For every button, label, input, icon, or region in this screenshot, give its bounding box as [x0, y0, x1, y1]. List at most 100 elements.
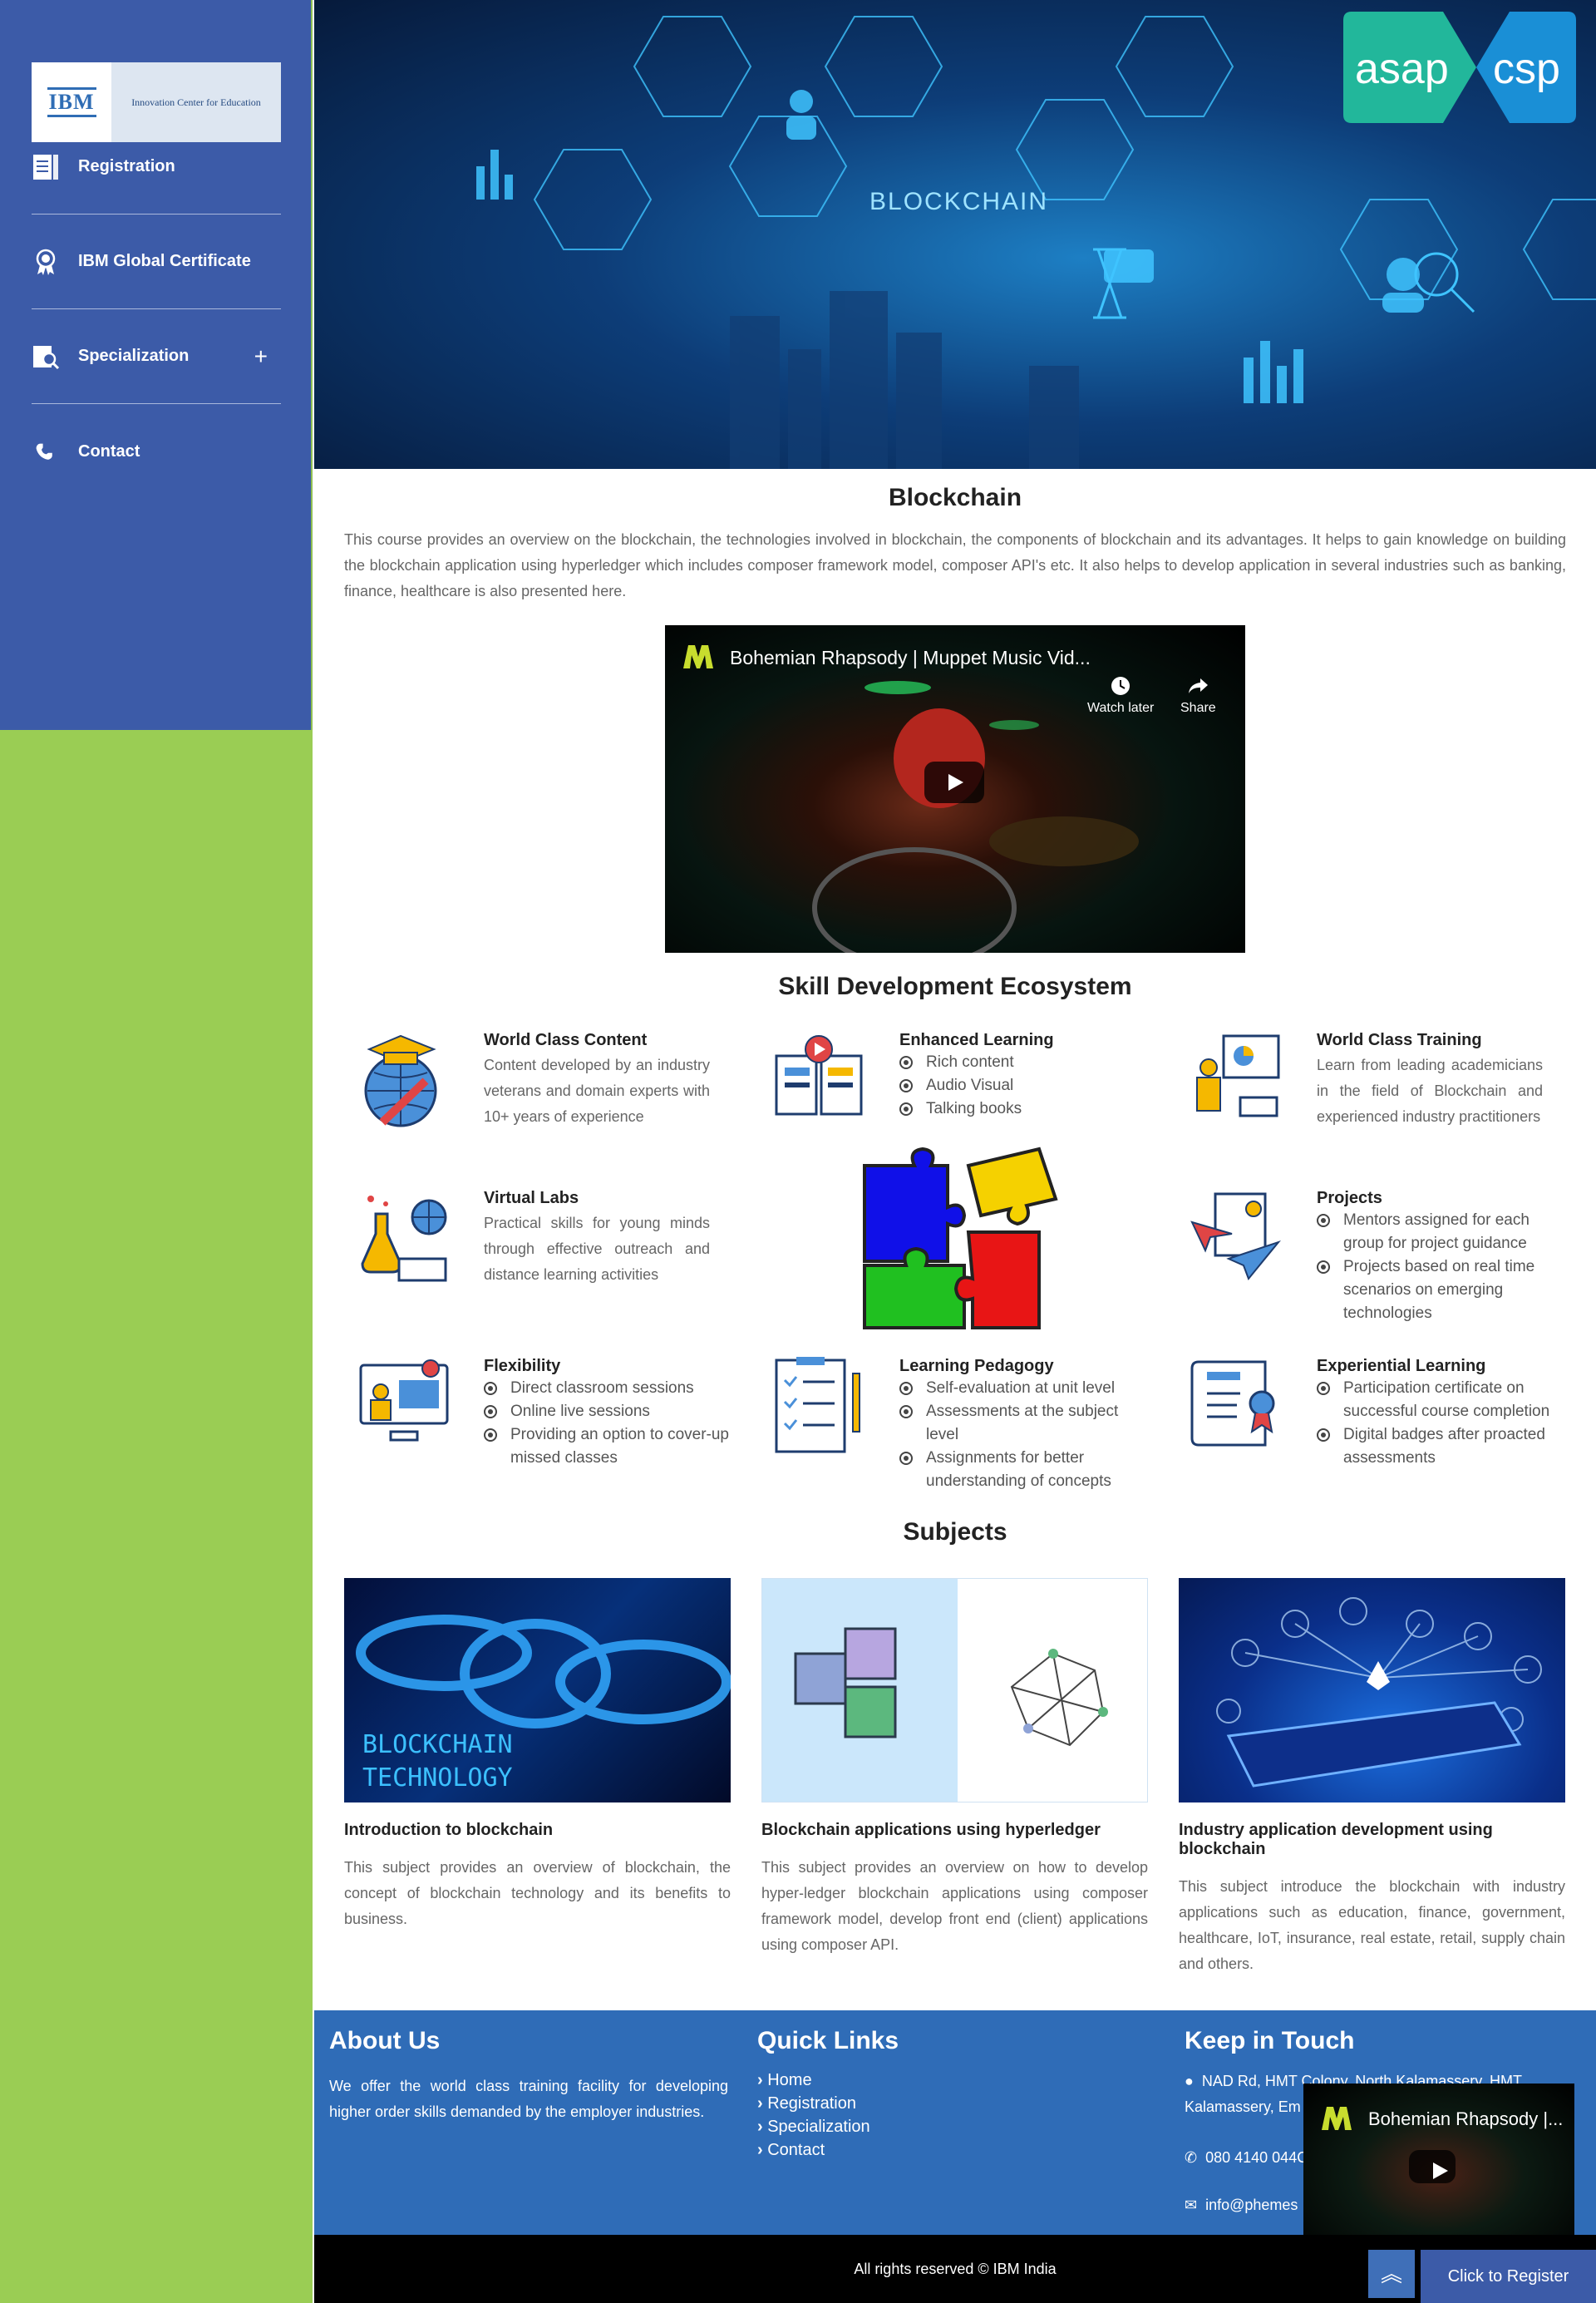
subject-description: This subject introduce the blockchain wi… [1179, 1878, 1565, 1972]
hyperledger-cubes-graphic [762, 1579, 1108, 1802]
subject-title[interactable]: Industry application development using b… [1179, 1821, 1565, 1859]
list-item: Direct classroom sessions [484, 1377, 733, 1400]
feature-projects: Projects Mentors assigned for each group… [1190, 1189, 1539, 1355]
feature-experiential-learning: Experiential Learning Participation cert… [1190, 1357, 1549, 1523]
feature-list: Participation certificate on successful … [1317, 1377, 1566, 1470]
graduation-globe-icon [364, 1034, 437, 1127]
subject-image[interactable] [761, 1578, 1148, 1802]
mini-play-button[interactable] [1409, 2150, 1456, 2183]
watch-later-label: Watch later [1087, 701, 1155, 715]
subject-card[interactable]: BLOCKCHAIN TECHNOLOGY Introduction to bl… [344, 1578, 731, 1932]
location-icon: ● [1185, 2073, 1202, 2089]
hero-banner: BLOCKCHAIN asap csp [314, 0, 1596, 469]
sidebar-item-label: Specialization [78, 347, 190, 365]
feature-title: World Class Training [1317, 1031, 1482, 1049]
bullet-icon [1317, 1214, 1330, 1227]
clock-icon [1111, 677, 1130, 695]
click-to-register-button[interactable]: Click to Register [1421, 2250, 1596, 2303]
svg-text:csp: csp [1493, 45, 1560, 93]
sidebar-item-registration[interactable]: Registration [32, 120, 281, 215]
bullet-icon [1317, 1428, 1330, 1442]
sidebar-item-specialization[interactable]: Specialization + [32, 309, 281, 404]
list-item: Online live sessions [484, 1400, 733, 1423]
sidebar-item-label: Contact [78, 441, 140, 461]
footer-link-specialization[interactable]: Specialization [757, 2115, 1007, 2138]
play-button[interactable] [924, 762, 984, 803]
svg-text:BLOCKCHAIN: BLOCKCHAIN [362, 1730, 513, 1759]
certificate-badge-icon [1190, 1360, 1275, 1447]
bullet-icon [899, 1102, 913, 1116]
double-chevron-up-icon: ︽ [1380, 2261, 1402, 2286]
expand-icon[interactable]: + [254, 343, 268, 370]
youtube-video-player[interactable]: Bohemian Rhapsody | Muppet Music Vid... … [665, 625, 1245, 953]
feature-world-class-content: World Class Content Content developed by… [357, 1031, 710, 1197]
video-title[interactable]: Bohemian Rhapsody | Muppet Music Vid... [730, 647, 1091, 669]
bullet-icon [484, 1382, 497, 1395]
footer-link-home[interactable]: Home [757, 2069, 1007, 2092]
feature-text: Practical skills for young minds through… [484, 1215, 710, 1283]
list-item: Rich content [899, 1051, 1149, 1074]
subject-description: This subject provides an overview of blo… [344, 1859, 731, 1927]
puzzle-pieces-graphic [863, 1147, 1058, 1329]
feature-title: World Class Content [484, 1031, 648, 1049]
subject-card[interactable]: Blockchain applications using hyperledge… [761, 1578, 1148, 1958]
footer-contact-title: Keep in Touch [1185, 2027, 1355, 2054]
phone-icon: ✆ [1185, 2149, 1206, 2166]
form-icon [32, 153, 78, 181]
mini-video-title[interactable]: Bohemian Rhapsody |... [1368, 2108, 1563, 2130]
bullet-icon [484, 1405, 497, 1418]
share-button[interactable]: Share [1180, 675, 1216, 716]
list-item: Self-evaluation at unit level [899, 1377, 1149, 1400]
svg-text:asap: asap [1355, 45, 1449, 93]
phone-icon [32, 439, 78, 464]
subject-card[interactable]: Industry application development using b… [1179, 1578, 1565, 1977]
sidebar-nav: Registration IBM Global Certificate Spec… [32, 120, 281, 499]
bullet-icon [484, 1428, 497, 1442]
page-title: Blockchain [888, 484, 1022, 511]
footer-about-title: About Us [329, 2027, 441, 2054]
footer-link-registration[interactable]: Registration [757, 2092, 1007, 2115]
feature-learning-pedagogy: Learning Pedagogy Self-evaluation at uni… [773, 1357, 1122, 1523]
scroll-to-top-button[interactable]: ︽ [1368, 2250, 1415, 2298]
list-item: Projects based on real time scenarios on… [1317, 1255, 1566, 1325]
feature-list: Self-evaluation at unit level Assessment… [899, 1377, 1149, 1493]
feature-title: Flexibility [484, 1357, 561, 1375]
bullet-icon [1317, 1260, 1330, 1274]
list-item: Assignments for better understanding of … [899, 1447, 1149, 1493]
bullet-icon [899, 1056, 913, 1069]
watch-later-button[interactable]: Watch later [1087, 675, 1154, 716]
share-label: Share [1180, 701, 1216, 715]
sidebar-item-certificate[interactable]: IBM Global Certificate [32, 215, 281, 309]
footer-links-title: Quick Links [757, 2027, 899, 2054]
footer-about-text: We offer the world class training facili… [329, 2078, 728, 2120]
ecosystem-title: Skill Development Ecosystem [778, 973, 1132, 1000]
sidebar-background [0, 730, 313, 2303]
muppets-logo-icon [1322, 2107, 1352, 2130]
bullet-icon [899, 1452, 913, 1465]
feature-title: Virtual Labs [484, 1189, 579, 1207]
mini-video-player[interactable]: Bohemian Rhapsody |... [1303, 2084, 1574, 2235]
list-item: Participation certificate on successful … [1317, 1377, 1566, 1423]
list-item: Mentors assigned for each group for proj… [1317, 1209, 1566, 1255]
sidebar-item-label: IBM Global Certificate [78, 252, 251, 270]
envelope-icon: ✉ [1185, 2197, 1206, 2213]
footer-link-contact[interactable]: Contact [757, 2138, 1007, 2162]
muppets-logo-icon [683, 645, 713, 668]
feature-virtual-labs: Virtual Labs Practical skills for young … [357, 1189, 710, 1355]
presentation-trainer-icon [1196, 1034, 1280, 1117]
chain-graphic: BLOCKCHAIN TECHNOLOGY [356, 1615, 731, 1793]
list-item: Talking books [899, 1097, 1149, 1121]
subject-title[interactable]: Introduction to blockchain [344, 1821, 731, 1840]
list-item: Providing an option to cover-up missed c… [484, 1423, 733, 1470]
sidebar-item-label: Registration [78, 157, 175, 175]
subject-title[interactable]: Blockchain applications using hyperledge… [761, 1821, 1148, 1840]
sidebar-item-contact[interactable]: Contact [32, 404, 281, 499]
book-video-icon [775, 1035, 863, 1116]
feature-title: Experiential Learning [1317, 1357, 1486, 1375]
subject-image[interactable]: BLOCKCHAIN TECHNOLOGY [344, 1578, 731, 1802]
subject-image[interactable] [1179, 1578, 1565, 1802]
sidebar: IBM Innovation Center for Education Regi… [0, 0, 313, 730]
footer-about: About Us We offer the world class traini… [329, 2027, 728, 2125]
bullet-icon [1317, 1382, 1330, 1395]
feature-world-class-training: World Class Training Learn from leading … [1190, 1031, 1543, 1197]
